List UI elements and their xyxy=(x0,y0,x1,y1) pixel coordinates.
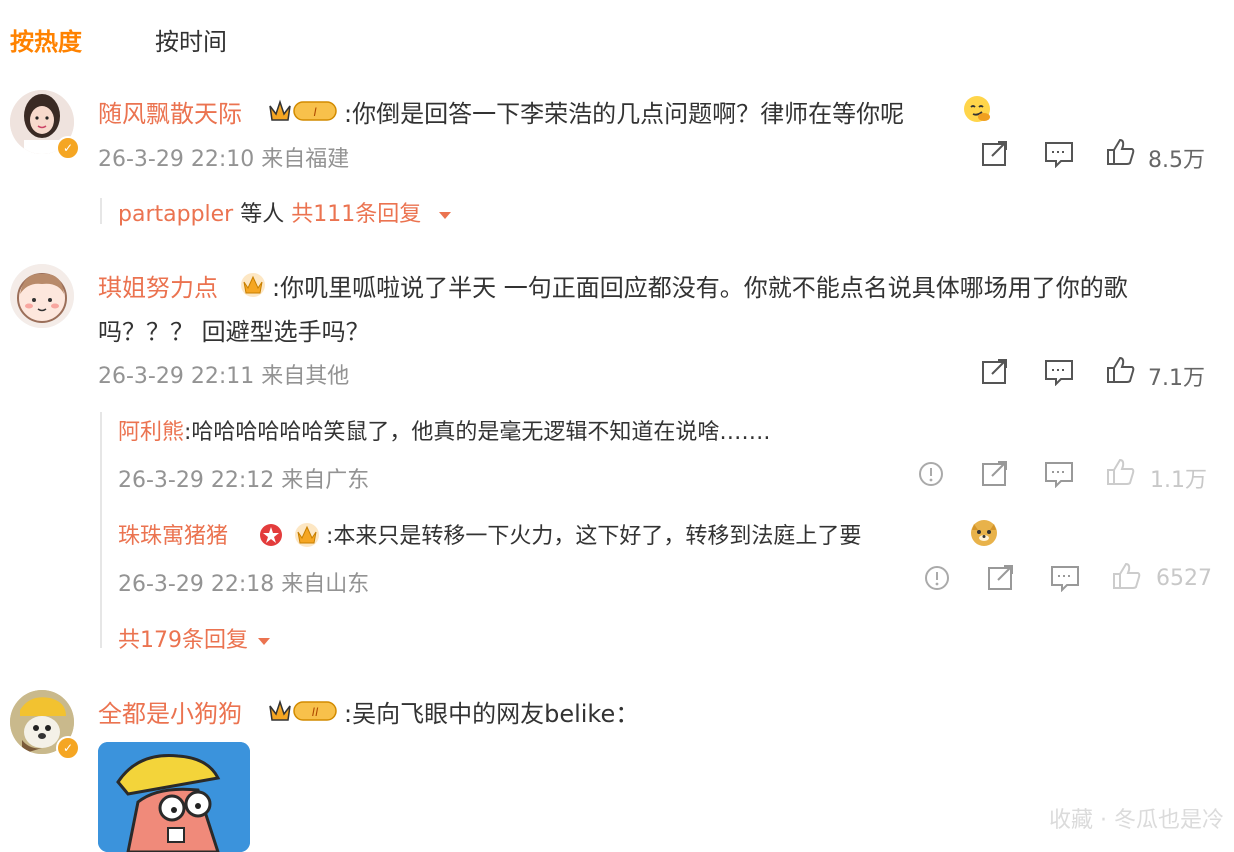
attached-image[interactable] xyxy=(98,742,250,852)
doge-emoji-icon xyxy=(971,520,997,546)
reply-divider xyxy=(100,198,102,224)
reply-thread-line xyxy=(100,412,102,648)
watermark: 收藏 · 冬瓜也是冷 xyxy=(1049,808,1224,833)
red-star-badge-icon xyxy=(260,524,282,546)
like-count: 8.5万 xyxy=(1148,148,1205,173)
chevron-down-icon[interactable] xyxy=(436,208,454,222)
username[interactable]: 琪姐努力点 xyxy=(98,268,218,303)
verified-badge-icon: ✓ xyxy=(56,736,80,760)
share-icon[interactable] xyxy=(980,140,1010,168)
chevron-down-icon[interactable] xyxy=(255,634,273,648)
reply-meta: 26-3-29 22:18 来自山东 xyxy=(118,572,370,597)
crown-badge-icon xyxy=(241,273,265,297)
comment-icon[interactable] xyxy=(1044,358,1074,386)
comment-meta: 26-3-29 22:11 来自其他 xyxy=(98,364,350,389)
like-count: 1.1万 xyxy=(1150,468,1207,493)
comment-text: :你倒是回答一下李荣浩的几点问题啊？律师在等你呢 xyxy=(344,100,905,128)
like-icon[interactable] xyxy=(1112,562,1142,590)
tab-sort-time[interactable]: 按时间 xyxy=(155,22,227,57)
reply-count-link[interactable]: 共111条回复 xyxy=(291,202,421,227)
comment-text-line-2: 吗？？？ 回避型选手吗？ xyxy=(98,318,370,346)
username[interactable]: 全都是小狗狗 xyxy=(98,694,242,729)
svg-text:II: II xyxy=(312,705,319,719)
avatar[interactable] xyxy=(10,264,74,328)
replies-summary[interactable]: partappler 等人 共111条回复 xyxy=(118,196,454,228)
report-icon[interactable] xyxy=(916,460,946,488)
crown-badge-icon xyxy=(295,523,319,547)
like-icon[interactable] xyxy=(1106,458,1136,486)
reply-text: :本来只是转移一下火力，这下好了，转移到法庭上了要 xyxy=(326,524,862,549)
share-icon[interactable] xyxy=(986,564,1016,592)
comment-text: :吴向飞眼中的网友belike： xyxy=(344,700,640,728)
reply-meta: 26-3-29 22:12 来自广东 xyxy=(118,468,370,493)
reply-count-link[interactable]: 共179条回复 xyxy=(118,628,248,653)
tab-sort-hot[interactable]: 按热度 xyxy=(10,22,82,57)
sly-emoji-icon xyxy=(964,96,990,122)
reply-users[interactable]: partappler xyxy=(118,202,233,227)
report-icon[interactable] xyxy=(922,564,952,592)
replies-total[interactable]: 共179条回复 xyxy=(118,622,273,654)
reply-username[interactable]: 阿利熊 xyxy=(118,420,184,445)
username[interactable]: 随风飘散天际 xyxy=(98,94,242,129)
reply-line: 阿利熊:哈哈哈哈哈哈笑鼠了，他真的是毫无逻辑不知道在说啥……. xyxy=(118,414,770,446)
reply-username[interactable]: 珠珠寓猪猪 xyxy=(118,518,228,550)
like-icon[interactable] xyxy=(1106,356,1136,384)
verified-badge-icon: ✓ xyxy=(56,136,80,160)
comment-icon[interactable] xyxy=(1044,460,1074,488)
comment-icon[interactable] xyxy=(1044,140,1074,168)
reply-text: :哈哈哈哈哈哈笑鼠了，他真的是毫无逻辑不知道在说啥……. xyxy=(184,420,771,445)
reply-users-suffix: 等人 xyxy=(233,202,292,227)
like-icon[interactable] xyxy=(1106,138,1136,166)
comment-text-line-1: :你叽里呱啦说了半天 一句正面回应都没有。你就不能点名说具体哪场用了你的歌 xyxy=(272,274,1128,302)
like-count: 7.1万 xyxy=(1148,366,1205,391)
comment-meta: 26-3-29 22:10 来自福建 xyxy=(98,147,350,172)
share-icon[interactable] xyxy=(980,358,1010,386)
vip-level-badge-icon: I xyxy=(269,99,337,121)
share-icon[interactable] xyxy=(980,460,1010,488)
comment-icon[interactable] xyxy=(1050,564,1080,592)
like-count: 6527 xyxy=(1156,566,1212,591)
vip-level-badge-icon: II xyxy=(269,699,337,721)
